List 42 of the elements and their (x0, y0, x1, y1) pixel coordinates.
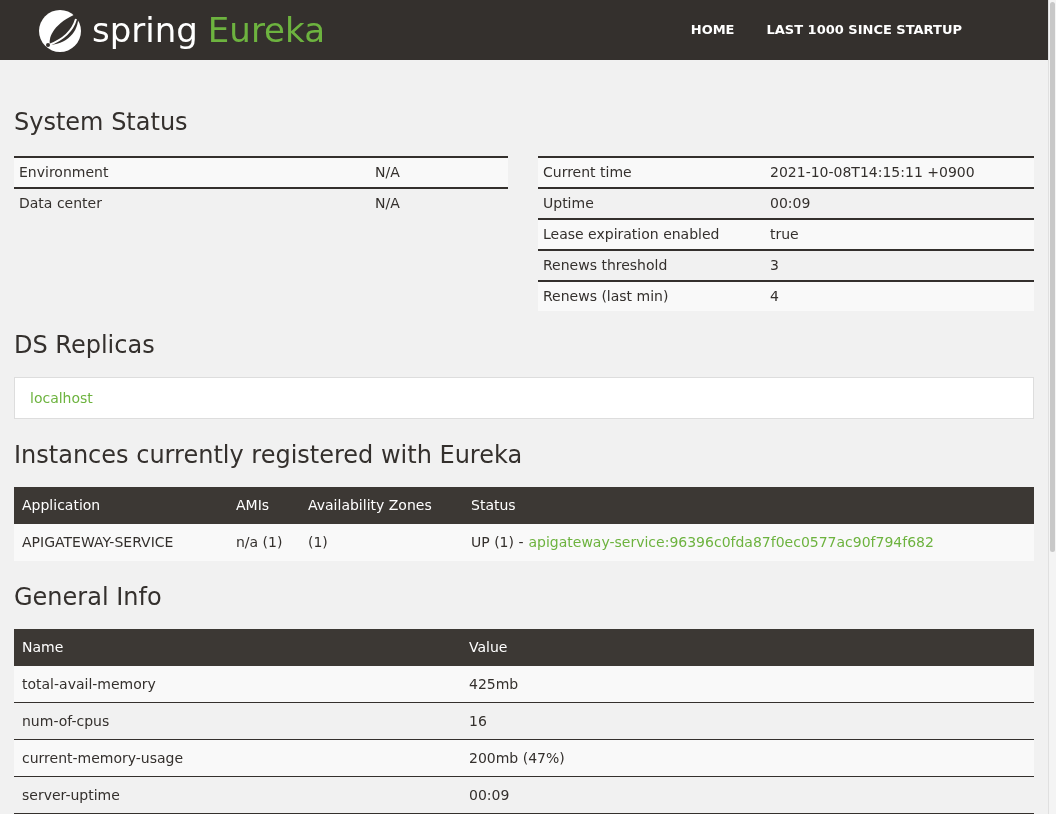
section-heading: General Info (14, 582, 163, 613)
table-cell-text: server-uptime (22, 785, 121, 805)
status-label: Current time (543, 163, 633, 182)
status-value: true (770, 225, 799, 244)
table-cell-text: current-memory-usage (22, 748, 185, 768)
column-heading: Availability Zones (308, 496, 433, 515)
nav-link[interactable]: HOME (688, 20, 737, 40)
table-cell-text: UP (1) - (471, 533, 524, 552)
table-cell-text: APIGATEWAY-SERVICE (22, 533, 175, 552)
status-label: Lease expiration enabled (543, 225, 721, 244)
column-heading: Value (469, 638, 508, 657)
column-heading: Name (22, 638, 65, 657)
status-label: Renews (last min) (543, 287, 670, 306)
table-cell-text: 00:09 (469, 785, 510, 805)
table-cell-text: (1) (308, 533, 329, 552)
status-label: Data center (19, 194, 103, 213)
status-value: 4 (770, 287, 779, 306)
status-value: 3 (770, 256, 779, 275)
section-heading: System Status (14, 107, 189, 138)
table-cell-text: num-of-cpus (22, 711, 111, 731)
section-heading: Instances currently registered with Eureka (14, 440, 524, 471)
status-label: Environment (19, 163, 110, 182)
status-label: Renews threshold (543, 256, 669, 275)
leaf-logo-icon (38, 7, 84, 53)
table-cell-text: n/a (1) (236, 533, 284, 552)
section-heading: DS Replicas (14, 330, 156, 361)
status-value: 2021-10-08T14:15:11 +0900 (770, 163, 975, 182)
table-cell-text: 425mb (469, 674, 519, 694)
status-value: 00:09 (770, 194, 811, 213)
nav-link[interactable]: LAST 1000 SINCE STARTUP (764, 20, 964, 40)
scrollbar[interactable] (1048, 0, 1056, 814)
status-value: N/A (375, 194, 400, 213)
table-cell-text: 16 (469, 711, 487, 731)
column-heading: Status (471, 496, 516, 515)
brand-name: spring (92, 13, 198, 47)
column-heading: Application (22, 496, 102, 515)
product-name: Eureka (207, 13, 325, 47)
table-cell-text: total-avail-memory (22, 674, 157, 694)
column-heading: AMIs (236, 496, 271, 515)
table-cell-text: 200mb (47%) (469, 748, 565, 768)
status-label: Uptime (543, 194, 595, 213)
status-value: N/A (375, 163, 400, 182)
